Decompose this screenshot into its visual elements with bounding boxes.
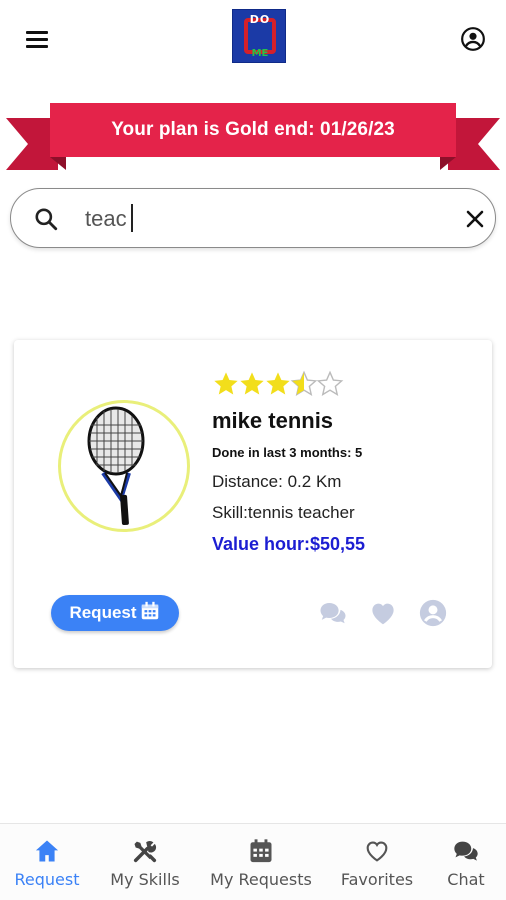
nav-my-requests[interactable]: My Requests <box>204 824 318 900</box>
app-screen: DO ME Your plan is Gold end: 01/26/23 te… <box>0 0 506 900</box>
logo-top-text: DO <box>249 13 271 26</box>
distance-text: Distance: 0.2 Km <box>212 472 342 491</box>
nav-my-skills-label: My Skills <box>110 870 180 889</box>
tools-icon <box>130 837 160 865</box>
logo-bottom-text: ME <box>251 48 269 59</box>
bottom-navigation: Request My Skills My Requests Favorites … <box>0 823 506 900</box>
tennis-racket-image[interactable] <box>58 400 190 532</box>
plan-banner-text: Your plan is Gold end: 01/26/23 <box>111 119 395 140</box>
nav-request-label: Request <box>14 870 80 889</box>
rating-stars <box>212 370 344 400</box>
star-filled-icon <box>214 372 238 395</box>
star-filled-icon <box>266 372 290 395</box>
calendar-icon <box>246 837 276 865</box>
text-caret <box>131 204 133 232</box>
close-icon[interactable] <box>463 207 487 231</box>
nav-chat[interactable]: Chat <box>440 824 492 900</box>
nav-favorites[interactable]: Favorites <box>334 824 420 900</box>
banner-main: Your plan is Gold end: 01/26/23 <box>50 103 456 157</box>
provider-name[interactable]: mike tennis <box>212 408 333 434</box>
search-icon[interactable] <box>33 206 59 232</box>
nav-request[interactable]: Request <box>8 824 86 900</box>
account-circle-icon[interactable] <box>460 26 486 52</box>
heart-outline-icon <box>362 837 392 865</box>
top-app-bar: DO ME <box>0 0 506 78</box>
chat-bubbles-icon <box>451 837 481 865</box>
nav-my-skills[interactable]: My Skills <box>104 824 186 900</box>
plan-banner: Your plan is Gold end: 01/26/23 <box>0 100 506 174</box>
card-actions <box>318 595 448 631</box>
app-logo: DO ME <box>232 9 286 63</box>
result-card[interactable]: mike tennis Done in last 3 months: 5 Dis… <box>14 340 492 668</box>
nav-favorites-label: Favorites <box>340 870 414 889</box>
done-count-text: Done in last 3 months: 5 <box>212 445 363 460</box>
star-empty-icon <box>316 370 344 396</box>
value-hour-text: Value hour:$50,55 <box>212 534 366 554</box>
chat-bubbles-icon[interactable] <box>318 598 348 628</box>
nav-my-requests-label: My Requests <box>210 870 312 889</box>
calendar-icon <box>139 600 161 627</box>
search-bar <box>10 188 496 248</box>
home-icon <box>32 837 62 865</box>
star-filled-icon <box>240 372 264 395</box>
skill-text: Skill:tennis teacher <box>212 503 355 522</box>
request-button-label: Request <box>69 603 137 622</box>
hamburger-menu-icon[interactable] <box>22 26 54 52</box>
request-button[interactable]: Request <box>51 595 179 631</box>
nav-chat-label: Chat <box>447 870 485 889</box>
star-half-icon <box>290 370 318 396</box>
heart-icon[interactable] <box>368 598 398 628</box>
profile-icon[interactable] <box>418 598 448 628</box>
search-input[interactable] <box>85 201 445 237</box>
